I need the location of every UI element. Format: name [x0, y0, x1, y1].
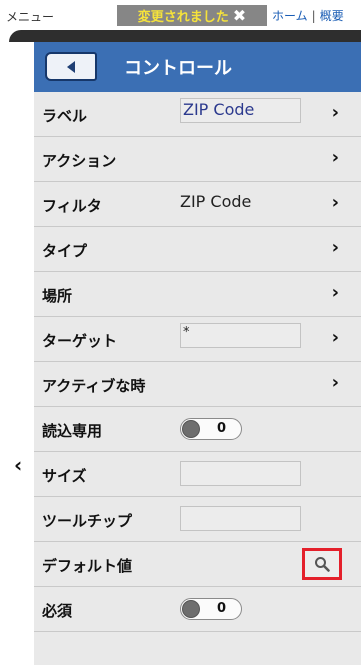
chevron-right-icon[interactable]: ›: [332, 147, 339, 168]
row-target[interactable]: ターゲット * ›: [34, 317, 361, 362]
chevron-right-icon[interactable]: ›: [332, 282, 339, 303]
label-value-field[interactable]: ZIP Code: [180, 98, 301, 123]
row-label-text: アクティブな時: [42, 377, 146, 395]
row-label-text: タイプ: [42, 242, 88, 260]
row-tooltip: ツールチップ: [34, 497, 361, 542]
search-icon: [315, 557, 330, 572]
changed-badge-label: 変更されました: [137, 10, 229, 25]
chevron-right-icon[interactable]: ›: [332, 237, 339, 258]
row-location[interactable]: 場所 ›: [34, 272, 361, 317]
row-active-when[interactable]: アクティブな時 ›: [34, 362, 361, 407]
chevron-right-icon[interactable]: ›: [332, 372, 339, 393]
size-input[interactable]: [180, 461, 301, 486]
chevron-right-icon[interactable]: ›: [332, 192, 339, 213]
default-value-search-button[interactable]: [302, 548, 342, 580]
close-icon[interactable]: ✖: [233, 6, 246, 25]
row-label-text: デフォルト値: [42, 557, 133, 575]
home-link[interactable]: ホーム: [272, 7, 308, 24]
row-label-text: ツールチップ: [42, 512, 133, 530]
control-panel: コントロール ラベル ZIP Code › アクション › フィルタ ZIP C…: [34, 42, 361, 665]
link-separator: |: [311, 8, 316, 23]
top-links: ホーム | 概要: [272, 7, 344, 24]
row-label-text: 読込専用: [42, 422, 103, 440]
row-filter[interactable]: フィルタ ZIP Code ›: [34, 182, 361, 227]
required-toggle[interactable]: 0: [180, 598, 242, 620]
row-default-value: デフォルト値: [34, 542, 361, 587]
back-button[interactable]: [45, 52, 97, 81]
menu-link[interactable]: メニュー: [6, 8, 54, 25]
side-rail: [9, 42, 34, 665]
row-read-only: 読込専用 0: [34, 407, 361, 452]
toggle-knob: [182, 420, 200, 438]
chevron-right-icon[interactable]: ›: [332, 102, 339, 123]
toggle-knob: [182, 600, 200, 618]
app-root: メニュー 変更されました ✖ ホーム | 概要 ‹ コントロール ラベル ZIP…: [0, 0, 361, 665]
top-bar: メニュー 変更されました ✖ ホーム | 概要: [0, 0, 361, 30]
panel-title: コントロール: [124, 58, 232, 79]
back-arrow-icon: [67, 60, 75, 73]
row-label[interactable]: ラベル ZIP Code ›: [34, 92, 361, 137]
property-list: ラベル ZIP Code › アクション › フィルタ ZIP Code › タ…: [34, 92, 361, 632]
row-label-text: ターゲット: [42, 332, 118, 350]
collapse-arrow-icon[interactable]: ‹: [14, 453, 22, 477]
changed-badge[interactable]: 変更されました ✖: [117, 5, 267, 26]
row-label-text: 必須: [42, 602, 73, 620]
overview-link[interactable]: 概要: [320, 7, 344, 24]
row-required: 必須 0: [34, 587, 361, 632]
filter-value: ZIP Code: [180, 192, 252, 211]
tooltip-input[interactable]: [180, 506, 301, 531]
row-label-text: ラベル: [42, 107, 88, 125]
row-size: サイズ: [34, 452, 361, 497]
row-label-text: サイズ: [42, 467, 87, 485]
panel-header: コントロール: [34, 42, 361, 92]
row-label-text: 場所: [42, 287, 73, 305]
row-type[interactable]: タイプ ›: [34, 227, 361, 272]
row-label-text: フィルタ: [42, 197, 102, 215]
toggle-value: 0: [217, 601, 227, 616]
row-label-text: アクション: [42, 152, 117, 170]
row-action[interactable]: アクション ›: [34, 137, 361, 182]
target-value-field[interactable]: *: [180, 323, 301, 348]
toggle-value: 0: [217, 421, 227, 436]
chevron-right-icon[interactable]: ›: [332, 327, 339, 348]
read-only-toggle[interactable]: 0: [180, 418, 242, 440]
